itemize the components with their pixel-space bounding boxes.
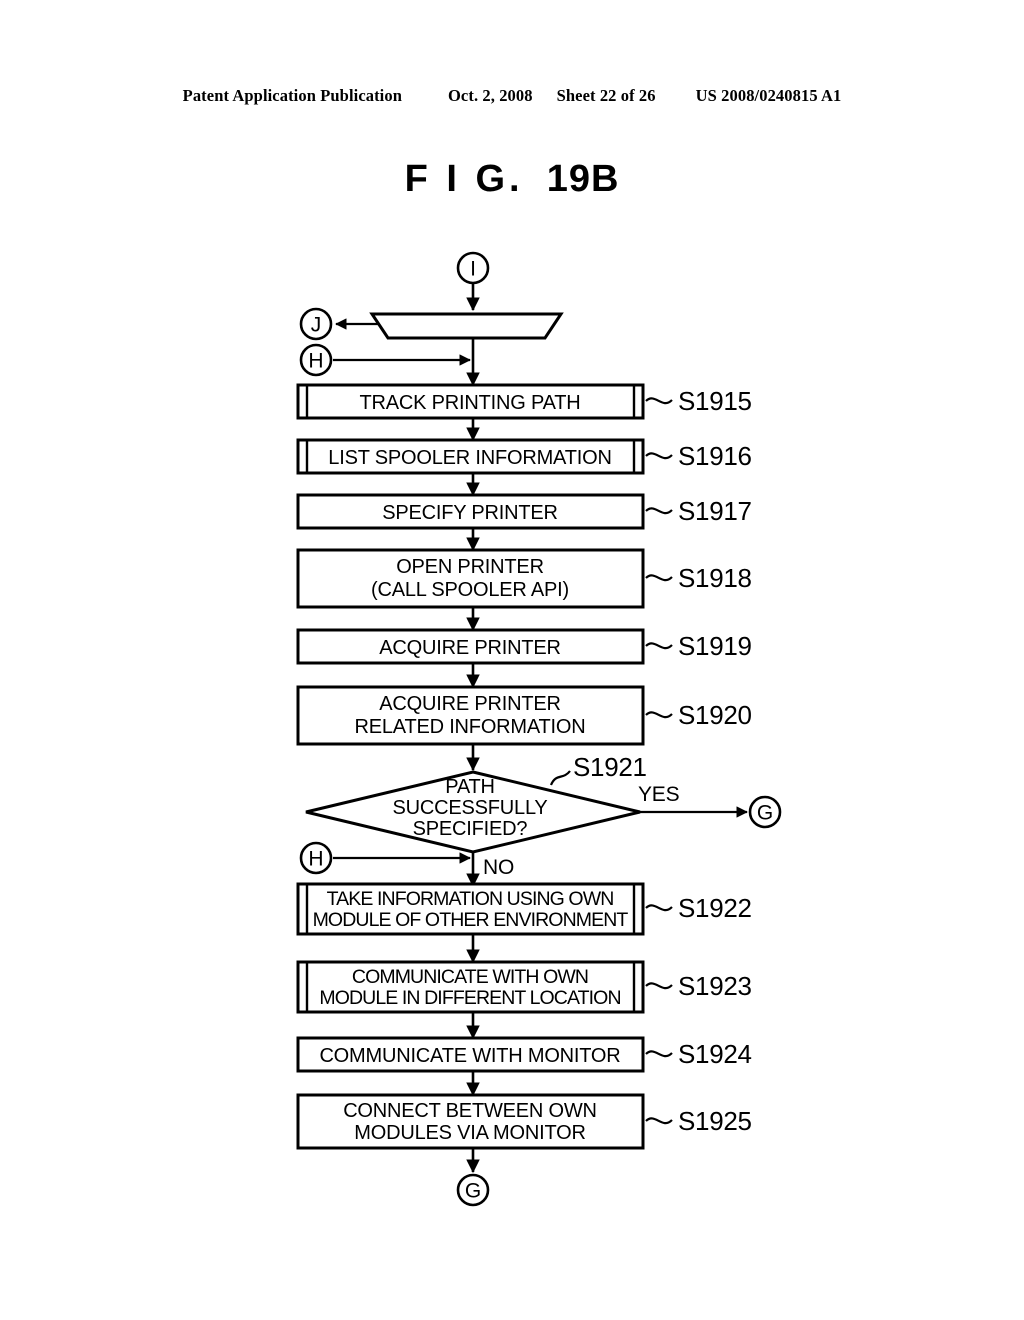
leader-s1920 bbox=[645, 711, 673, 719]
node-s1921: PATH SUCCESSFULLY SPECIFIED? S1921 bbox=[305, 752, 647, 854]
connector-label-J: J bbox=[311, 314, 322, 337]
node-s1921-label-line3: SPECIFIED? bbox=[413, 818, 528, 840]
leader-s1924 bbox=[645, 1050, 673, 1058]
node-s1920-label-line1: ACQUIRE PRINTER bbox=[379, 693, 560, 715]
step-label-s1918: S1918 bbox=[678, 563, 752, 593]
patent-page: Patent Application Publication Oct. 2, 2… bbox=[0, 0, 1024, 1320]
node-s1916-label: LIST SPOOLER INFORMATION bbox=[328, 447, 611, 469]
node-s1918-label-line1: OPEN PRINTER bbox=[396, 556, 544, 578]
step-label-s1915: S1915 bbox=[678, 386, 752, 416]
branch-label-yes: YES bbox=[638, 783, 680, 806]
flowchart: I J H TRACK PRINTING PATH S1915 LIST SPO… bbox=[0, 0, 1024, 1320]
leader-s1918 bbox=[645, 574, 673, 582]
step-label-s1925: S1925 bbox=[678, 1106, 752, 1136]
node-s1923: COMMUNICATE WITH OWN MODULE IN DIFFERENT… bbox=[296, 960, 752, 1014]
node-s1921-label-line1: PATH bbox=[445, 776, 495, 798]
step-label-s1923: S1923 bbox=[678, 971, 752, 1001]
node-s1919-label: ACQUIRE PRINTER bbox=[379, 637, 560, 659]
node-s1916: LIST SPOOLER INFORMATION S1916 bbox=[296, 438, 752, 475]
node-s1924-label: COMMUNICATE WITH MONITOR bbox=[319, 1045, 620, 1067]
leader-s1919 bbox=[645, 642, 673, 650]
connector-label-G-end: G bbox=[465, 1180, 481, 1203]
leader-s1925 bbox=[645, 1117, 673, 1125]
node-s1925: CONNECT BETWEEN OWN MODULES VIA MONITOR … bbox=[296, 1093, 752, 1150]
node-s1915-label: TRACK PRINTING PATH bbox=[359, 392, 580, 414]
node-s1920-label-line2: RELATED INFORMATION bbox=[354, 716, 585, 738]
step-label-s1916: S1916 bbox=[678, 441, 752, 471]
node-s1920: ACQUIRE PRINTER RELATED INFORMATION S192… bbox=[296, 685, 752, 746]
node-s1925-label-line2: MODULES VIA MONITOR bbox=[354, 1122, 585, 1144]
connector-label-I: I bbox=[470, 258, 476, 281]
leader-s1917 bbox=[645, 507, 673, 515]
branch-label-no: NO bbox=[483, 856, 514, 879]
node-s1925-label-line1: CONNECT BETWEEN OWN bbox=[343, 1100, 597, 1122]
node-s1922-label-line2: MODULE OF OTHER ENVIRONMENT bbox=[313, 909, 629, 931]
step-label-s1917: S1917 bbox=[678, 496, 752, 526]
node-s1918: OPEN PRINTER (CALL SPOOLER API) S1918 bbox=[296, 548, 752, 609]
leader-s1921 bbox=[549, 770, 571, 786]
node-s1918-label-line2: (CALL SPOOLER API) bbox=[371, 579, 569, 601]
connector-label-H-bottom: H bbox=[308, 848, 323, 871]
trapezoid-node bbox=[369, 312, 564, 340]
connector-label-H-top: H bbox=[308, 350, 323, 373]
step-label-s1922: S1922 bbox=[678, 893, 752, 923]
node-s1923-label-line2: MODULE IN DIFFERENT LOCATION bbox=[319, 987, 620, 1009]
step-label-s1921: S1921 bbox=[573, 752, 647, 782]
node-s1923-label-line1: COMMUNICATE WITH OWN bbox=[352, 966, 588, 988]
step-label-s1920: S1920 bbox=[678, 700, 752, 730]
leader-s1922 bbox=[645, 904, 673, 912]
node-s1917-label: SPECIFY PRINTER bbox=[382, 502, 558, 524]
node-s1922-label-line1: TAKE INFORMATION USING OWN bbox=[327, 888, 614, 910]
node-s1915: TRACK PRINTING PATH S1915 bbox=[296, 383, 752, 420]
node-s1922: TAKE INFORMATION USING OWN MODULE OF OTH… bbox=[296, 882, 752, 936]
leader-s1923 bbox=[645, 982, 673, 990]
node-s1919: ACQUIRE PRINTER S1919 bbox=[296, 628, 752, 665]
leader-s1916 bbox=[645, 452, 673, 460]
node-s1917: SPECIFY PRINTER S1917 bbox=[296, 493, 752, 530]
leader-s1915 bbox=[645, 397, 673, 405]
step-label-s1924: S1924 bbox=[678, 1039, 752, 1069]
connector-label-G-yes: G bbox=[757, 802, 773, 825]
step-label-s1919: S1919 bbox=[678, 631, 752, 661]
node-s1921-label-line2: SUCCESSFULLY bbox=[392, 797, 547, 819]
node-s1924: COMMUNICATE WITH MONITOR S1924 bbox=[296, 1036, 752, 1073]
